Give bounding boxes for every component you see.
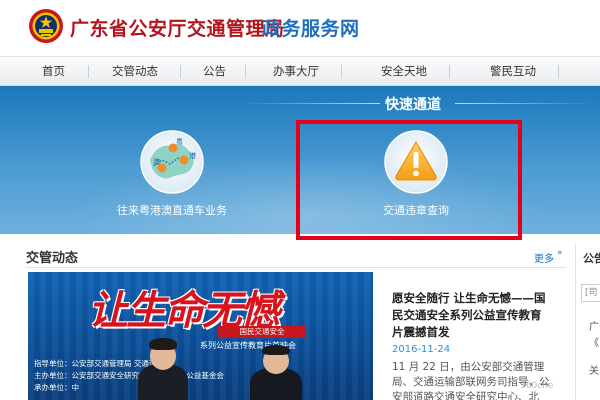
nav-item-notices[interactable]: 公告 <box>203 57 226 86</box>
notice-item[interactable]: 广 <box>589 318 599 333</box>
police-emblem-icon[interactable] <box>28 8 64 44</box>
news-date: 2016-11-24 <box>392 344 451 355</box>
presenter-right-hair <box>262 345 290 355</box>
watermark: 360che <box>520 381 554 391</box>
quick-access-title: 快速通道 <box>385 97 441 113</box>
site-subtitle[interactable]: 政务服务网 <box>262 14 360 41</box>
notice-search-input[interactable]: [司 <box>581 284 600 302</box>
title-divider-left <box>240 103 380 104</box>
nav-item-service-hall[interactable]: 办事大厅 <box>273 57 319 86</box>
nav-separator <box>449 65 450 78</box>
image-banner: 国民交通安全 <box>218 326 306 338</box>
map-label-macau: 澳 <box>153 157 160 166</box>
news-summary: 11 月 22 日，由公安部交通管理局、交通运输部联网务司指导，公安部道路交通安… <box>392 361 550 400</box>
map-label-guangdong: 粤 <box>176 137 183 146</box>
presenter-left-hair <box>149 338 177 350</box>
map-label-hongkong: 港 <box>189 151 196 160</box>
site-header: 广东省公安厅交通管理局 政务服务网 <box>0 0 600 56</box>
notice-panel: 公告 [司 广 《 关 <box>575 244 600 400</box>
main-nav: 首页 交管动态 公告 办事大厅 安全天地 警民互动 <box>0 56 600 86</box>
notice-item[interactable]: 关 <box>589 362 599 377</box>
nav-separator <box>558 65 559 78</box>
service-label-greater-bay[interactable]: 往来粤港澳直通车业务 <box>112 202 232 218</box>
highlight-box <box>296 120 522 240</box>
nav-separator <box>180 65 181 78</box>
site-title[interactable]: 广东省公安厅交通管理局 <box>70 14 285 41</box>
nav-item-home[interactable]: 首页 <box>42 57 65 86</box>
nav-item-news[interactable]: 交管动态 <box>112 57 158 86</box>
greater-bay-map-icon: 粤 港 澳 <box>140 130 204 194</box>
news-featured-image[interactable]: 让生命无憾 国民交通安全 系列公益宣传教育片首映会 指导单位：公安部交通管理局 … <box>28 272 373 400</box>
title-divider-right <box>455 103 595 104</box>
nav-separator <box>245 65 246 78</box>
news-section-header: 交管动态 更多 » <box>26 244 566 268</box>
more-link[interactable]: 更多 <box>534 250 554 265</box>
notice-item[interactable]: 《 <box>589 334 599 349</box>
notice-title: 公告 <box>583 252 600 265</box>
more-arrow-icon[interactable]: » <box>557 248 563 258</box>
nav-separator <box>341 65 342 78</box>
nav-item-safety[interactable]: 安全天地 <box>381 57 427 86</box>
news-section-title: 交管动态 <box>26 251 79 266</box>
news-headline[interactable]: 愿安全随行 让生命无憾——国民交通安全系列公益宣传教育片震撼首发 <box>392 290 552 341</box>
nav-item-interaction[interactable]: 警民互动 <box>490 57 536 86</box>
nav-separator <box>88 65 89 78</box>
